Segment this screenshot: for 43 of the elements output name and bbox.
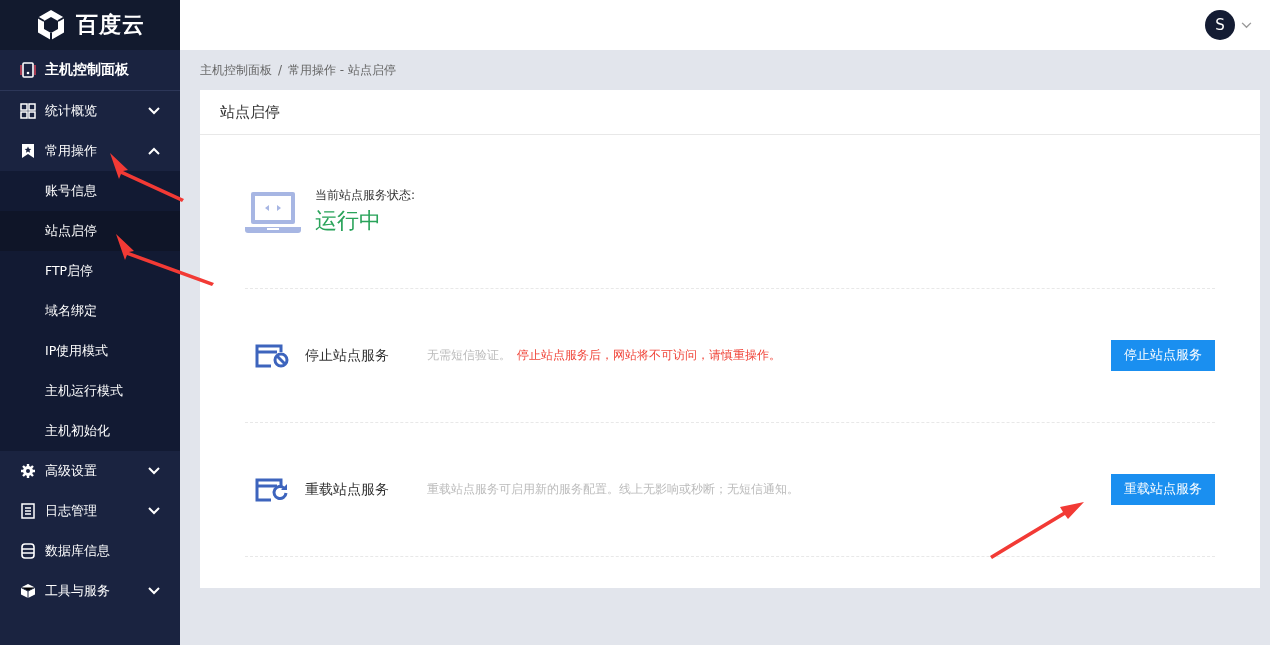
chevron-icon	[148, 467, 160, 475]
logo-icon	[35, 9, 66, 41]
window-blocked-icon	[255, 343, 289, 368]
sidebar-item[interactable]: 工具与服务	[0, 571, 180, 611]
sidebar-subitem[interactable]: 账号信息	[0, 171, 180, 211]
logo-text: 百度云	[75, 11, 145, 39]
status-label: 当前站点服务状态:	[315, 187, 416, 204]
chevron-icon	[148, 507, 160, 515]
panel-icon	[20, 62, 36, 78]
status-value: 运行中	[315, 207, 382, 235]
sidebar-item[interactable]: 数据库信息	[0, 531, 180, 571]
grid-icon	[20, 103, 36, 119]
action-note: 无需短信验证。	[427, 347, 511, 364]
sidebar-item[interactable]: 统计概览	[0, 91, 180, 131]
sidebar-subitem[interactable]: 域名绑定	[0, 291, 180, 331]
action-title: 重载站点服务	[305, 480, 390, 499]
sidebar-subitem[interactable]: 主机初始化	[0, 411, 180, 451]
sidebar-subitem[interactable]: 主机运行模式	[0, 371, 180, 411]
sidebar-subitem[interactable]: IP使用模式	[0, 331, 180, 371]
bookmark-icon	[20, 143, 36, 159]
sidebar-subitem[interactable]: FTP启停	[0, 251, 180, 291]
window-refresh-icon	[255, 477, 289, 502]
breadcrumb-separator: /	[278, 63, 283, 77]
action-title: 停止站点服务	[305, 346, 390, 365]
list-icon	[20, 503, 36, 519]
breadcrumb-link[interactable]: 主机控制面板	[200, 61, 272, 79]
chevron-icon	[148, 147, 160, 155]
box-icon	[20, 583, 36, 599]
chevron-icon	[148, 107, 160, 115]
action-warning: 停止站点服务后，网站将不可访问，请慎重操作。	[517, 347, 781, 364]
sidebar-item[interactable]: 高级设置	[0, 451, 180, 491]
panel-title: 站点启停	[200, 90, 1260, 135]
chevron-icon[interactable]	[1241, 21, 1252, 29]
sidebar-item[interactable]: 主机控制面板	[0, 50, 180, 91]
breadcrumb-current: 常用操作 - 站点启停	[288, 61, 396, 79]
sidebar-item[interactable]: 常用操作	[0, 131, 180, 171]
chevron-icon	[148, 587, 160, 595]
sidebar-subitem[interactable]: 站点启停	[0, 211, 180, 251]
settings-icon	[20, 463, 36, 479]
database-icon	[20, 543, 36, 559]
laptop-icon	[245, 190, 301, 233]
sidebar-item[interactable]: 日志管理	[0, 491, 180, 531]
user-avatar[interactable]: S	[1205, 10, 1235, 40]
